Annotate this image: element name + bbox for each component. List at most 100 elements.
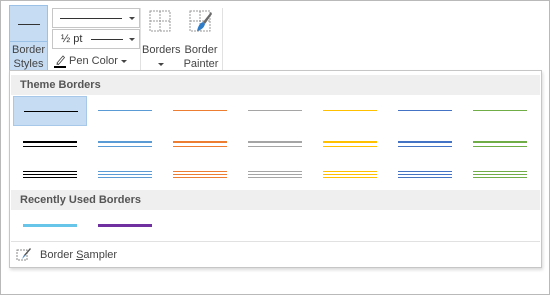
border-swatch-line <box>173 171 227 172</box>
border-swatch-theme-row2-col5[interactable] <box>313 129 387 159</box>
line-weight-dropdown[interactable]: ½ pt <box>52 29 140 49</box>
border-swatch-line <box>248 174 302 175</box>
border-swatch-line <box>23 146 77 147</box>
border-swatch-theme-row3-col2[interactable] <box>88 159 162 189</box>
border-swatch-line <box>23 171 77 172</box>
border-swatch-line <box>248 177 302 178</box>
border-swatch-line <box>323 146 377 147</box>
border-swatch-line <box>98 110 152 111</box>
border-swatch-theme-row1-col2[interactable] <box>88 96 162 126</box>
border-swatch-line <box>248 146 302 147</box>
border-swatch-line <box>248 141 302 143</box>
border-swatch-line <box>248 110 302 111</box>
border-swatch-line <box>323 174 377 175</box>
border-swatch-theme-row3-col5[interactable] <box>313 159 387 189</box>
border-swatch-line <box>323 171 377 172</box>
gallery-divider <box>11 241 540 242</box>
border-swatch-theme-row3-col1[interactable] <box>13 159 87 189</box>
chevron-down-icon <box>129 17 135 20</box>
border-swatch-line <box>473 141 527 143</box>
border-sampler-label-suffix: ampler <box>83 249 118 261</box>
border-sampler-icon <box>16 248 31 261</box>
border-swatch-line <box>248 171 302 172</box>
border-swatch-line <box>98 141 152 143</box>
ribbon-separator <box>140 8 141 70</box>
recently-used-borders-header: Recently Used Borders <box>11 190 540 210</box>
border-swatch-line <box>473 110 527 111</box>
borders-button[interactable]: Borders <box>142 8 181 72</box>
line-weight-value: ½ pt <box>61 33 83 45</box>
border-swatch-line <box>98 177 152 178</box>
border-swatch-line <box>173 146 227 147</box>
border-swatch-line <box>398 146 452 147</box>
border-swatch-line <box>98 174 152 175</box>
border-swatch-theme-row1-col3[interactable] <box>163 96 237 126</box>
border-swatch-line <box>173 141 227 143</box>
border-swatch-theme-row2-col3[interactable] <box>163 129 237 159</box>
chevron-down-icon <box>120 59 127 63</box>
border-swatch-line <box>23 174 77 175</box>
borders-grid-icon <box>149 10 171 32</box>
pen-color-label-wrap: Pen Color <box>69 55 127 67</box>
border-swatch-theme-row2-col4[interactable] <box>238 129 312 159</box>
border-swatch-theme-row1-col7[interactable] <box>463 96 537 126</box>
border-swatch-line <box>98 224 152 227</box>
border-swatch-theme-row3-col3[interactable] <box>163 159 237 189</box>
border-swatch-theme-row1-col4[interactable] <box>238 96 312 126</box>
border-swatch-line <box>473 174 527 175</box>
border-swatch-line <box>473 171 527 172</box>
border-sampler-label-prefix: Border <box>40 249 77 261</box>
border-style-preview-line <box>18 24 40 25</box>
border-swatch-theme-row1-col1[interactable] <box>13 96 87 126</box>
border-swatch-line <box>323 110 377 111</box>
border-swatch-line <box>398 110 452 111</box>
border-styles-button[interactable]: Border Styles <box>9 5 48 79</box>
border-sampler-label: Border Sampler <box>40 249 117 261</box>
border-swatch-line <box>23 177 77 178</box>
pen-color-icon <box>54 55 66 68</box>
pen-color-button[interactable]: Pen Color <box>52 53 142 71</box>
border-swatch-line <box>398 177 452 178</box>
border-swatch-line <box>24 111 78 112</box>
pen-color-label: Pen Color <box>69 55 118 67</box>
border-swatch-line <box>398 171 452 172</box>
border-swatch-theme-row2-col6[interactable] <box>388 129 462 159</box>
border-swatch-theme-row3-col6[interactable] <box>388 159 462 189</box>
ribbon-borders-group: Border Styles ½ pt Pen Color Borders Bor… <box>0 0 230 79</box>
border-swatch-line <box>323 141 377 143</box>
recent-border-swatch-1[interactable] <box>13 211 87 241</box>
borders-label: Borders <box>142 44 181 56</box>
border-swatch-line <box>323 177 377 178</box>
border-swatch-line <box>98 146 152 147</box>
border-swatch-theme-row3-col7[interactable] <box>463 159 537 189</box>
theme-borders-header: Theme Borders <box>11 75 540 95</box>
border-swatch-line <box>23 224 77 227</box>
line-style-preview <box>60 18 122 19</box>
border-styles-label-line1: Border <box>11 44 46 56</box>
border-swatch-line <box>473 146 527 147</box>
border-painter-icon <box>189 10 212 32</box>
border-swatch-theme-row2-col2[interactable] <box>88 129 162 159</box>
chevron-down-icon <box>158 62 164 66</box>
border-swatch-line <box>23 141 77 143</box>
border-swatch-theme-row3-col4[interactable] <box>238 159 312 189</box>
border-styles-gallery: Theme Borders Recently Used Borders Bord… <box>9 70 542 268</box>
split-button-divider <box>10 41 47 42</box>
border-swatch-theme-row1-col5[interactable] <box>313 96 387 126</box>
border-swatch-line <box>173 110 227 111</box>
recent-border-swatch-2[interactable] <box>88 211 162 241</box>
border-swatch-line <box>173 177 227 178</box>
border-swatch-line <box>473 177 527 178</box>
border-swatch-theme-row1-col6[interactable] <box>388 96 462 126</box>
border-swatch-line <box>398 141 452 143</box>
border-sampler-button[interactable]: Border Sampler <box>14 246 174 264</box>
border-swatch-theme-row2-col1[interactable] <box>13 129 87 159</box>
border-swatch-theme-row2-col7[interactable] <box>463 129 537 159</box>
border-swatch-line <box>398 174 452 175</box>
line-style-dropdown[interactable] <box>52 8 140 28</box>
border-painter-label-line1: Border <box>184 44 218 56</box>
border-painter-button[interactable]: Border Painter <box>181 8 221 72</box>
border-swatch-line <box>98 171 152 172</box>
line-weight-preview <box>91 39 123 40</box>
border-swatch-line <box>173 174 227 175</box>
